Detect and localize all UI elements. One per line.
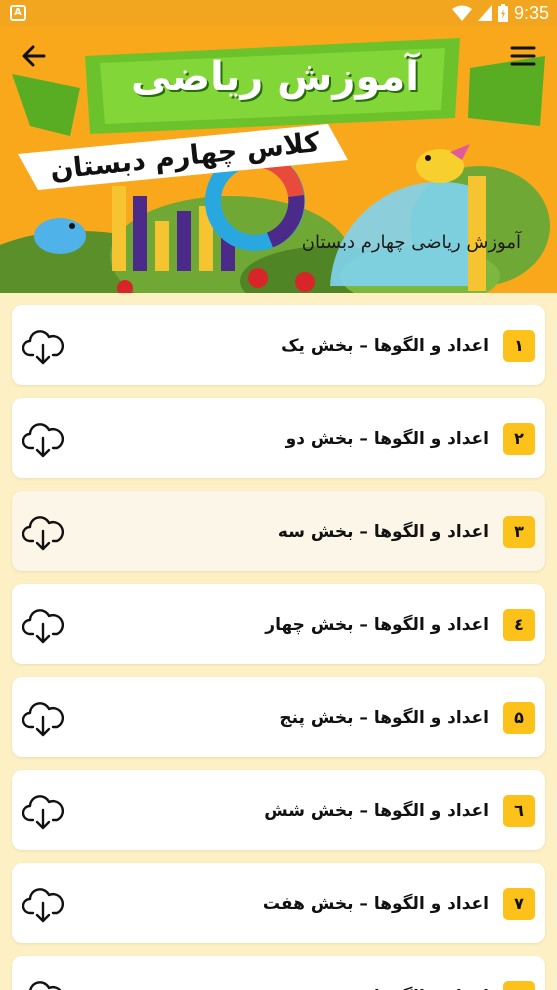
status-icons: 9:35: [451, 2, 549, 23]
lesson-card-5[interactable]: ۵ اعداد و الگوها – بخش پنج: [12, 677, 545, 757]
lesson-number: ۵: [503, 702, 535, 734]
cloud-download-icon: [29, 981, 62, 990]
cloud-download-icon: [21, 516, 64, 551]
lesson-card-3[interactable]: ۳ اعداد و الگوها – بخش سه: [12, 491, 545, 571]
signal-icon: [477, 5, 492, 21]
lesson-number: ۲: [503, 423, 535, 455]
download-button[interactable]: [22, 976, 64, 990]
cloud-download-icon: [21, 795, 64, 830]
lesson-card-1[interactable]: ۱ اعداد و الگوها – بخش یک: [12, 305, 545, 385]
cloud-download-icon: [21, 702, 64, 737]
lesson-list: ۱ اعداد و الگوها – بخش یک ۲ اعداد و الگو…: [0, 293, 557, 990]
download-button[interactable]: [21, 790, 64, 832]
lesson-title: اعداد و الگوها – بخش دو: [285, 429, 489, 449]
lesson-title: اعداد و الگوها – بخش چهار: [265, 615, 489, 635]
lesson-title: اعداد و الگوها – بخش سه: [277, 522, 489, 542]
cloud-download-icon: [21, 609, 64, 644]
lesson-title: اعداد و الگوها – بخش یک: [281, 336, 489, 356]
back-button[interactable]: [18, 40, 50, 72]
status-time: 9:35: [513, 2, 549, 23]
lesson-card-7[interactable]: ۷ اعداد و الگوها – بخش هفت: [12, 863, 545, 943]
hamburger-menu-icon: [510, 46, 536, 66]
status-bar: A 9:35: [0, 0, 557, 26]
lesson-number: ۷: [503, 888, 535, 920]
menu-button[interactable]: [507, 40, 539, 72]
download-button[interactable]: [21, 325, 64, 367]
download-button[interactable]: [21, 511, 64, 553]
lesson-card-6[interactable]: ٦ اعداد و الگوها – بخش شش: [12, 770, 545, 850]
banner-title: آموزش ریاضی: [131, 54, 419, 100]
lesson-number: ٦: [503, 795, 535, 827]
notification-badge: A: [10, 5, 26, 21]
download-button[interactable]: [21, 418, 64, 460]
arrow-back-icon: [22, 45, 46, 67]
wifi-icon: [451, 5, 472, 21]
lesson-card-2[interactable]: ۲ اعداد و الگوها – بخش دو: [12, 398, 545, 478]
lesson-title: اعداد و الگوها – بخش هشت: [258, 981, 489, 990]
download-button[interactable]: [21, 697, 64, 739]
lesson-number: ۸: [503, 981, 535, 990]
cloud-download-icon: [21, 423, 64, 458]
lesson-number: ٤: [503, 609, 535, 641]
download-button[interactable]: [21, 604, 64, 646]
header-banner: آموزش ریاضی کلاس چهارم دبستان آموزش ریاض…: [0, 26, 557, 293]
download-button[interactable]: [21, 883, 64, 925]
lesson-title: اعداد و الگوها – بخش شش: [264, 801, 489, 821]
lesson-card-8[interactable]: ۸ اعداد و الگوها – بخش هشت: [12, 956, 545, 990]
battery-icon: [497, 4, 508, 22]
cloud-download-icon: [21, 330, 64, 365]
lesson-title: اعداد و الگوها – بخش پنج: [279, 708, 489, 728]
lesson-number: ۱: [503, 330, 535, 362]
lesson-number: ۳: [503, 516, 535, 548]
banner-caption: آموزش ریاضی چهارم دبستان: [301, 232, 521, 253]
cloud-download-icon: [21, 888, 64, 923]
lesson-card-4[interactable]: ٤ اعداد و الگوها – بخش چهار: [12, 584, 545, 664]
lesson-title: اعداد و الگوها – بخش هفت: [262, 894, 489, 914]
